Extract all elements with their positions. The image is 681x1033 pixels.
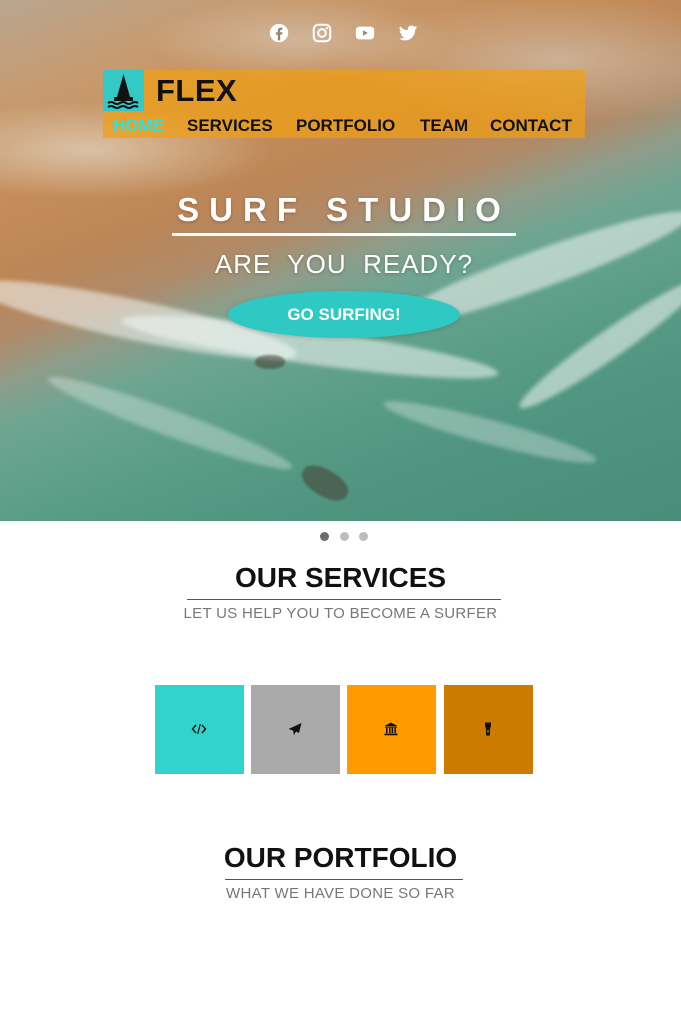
nav-portfolio[interactable]: PORTFOLIO bbox=[296, 116, 395, 136]
brand-name[interactable]: FLEX bbox=[156, 72, 237, 110]
hero-title: SURF STUDIO bbox=[177, 191, 511, 228]
hero-banner: FLEX HOME SERVICES PORTFOLIO TEAM CONTAC… bbox=[0, 0, 681, 521]
nav-home[interactable]: HOME bbox=[113, 116, 164, 136]
services-title: OUR SERVICES bbox=[234, 562, 447, 593]
service-tile-bank[interactable] bbox=[347, 685, 436, 774]
slider-dot-2[interactable] bbox=[340, 532, 349, 541]
nav-team[interactable]: TEAM bbox=[420, 116, 468, 136]
go-surfing-button[interactable]: GO SURFING! bbox=[228, 291, 460, 338]
wave-foam bbox=[43, 366, 297, 480]
services-subtitle: LET US HELP YOU TO BECOME A SURFER bbox=[183, 605, 498, 622]
wave-foam bbox=[380, 391, 600, 473]
instagram-icon[interactable] bbox=[311, 22, 333, 44]
youtube-icon[interactable] bbox=[354, 22, 376, 44]
service-tile-send[interactable] bbox=[251, 685, 340, 774]
paper-plane-icon bbox=[288, 723, 302, 735]
service-tile-code[interactable] bbox=[155, 685, 244, 774]
wave-foam bbox=[511, 269, 681, 419]
slider-dot-3[interactable] bbox=[359, 532, 368, 541]
portfolio-title: OUR PORTFOLIO bbox=[223, 842, 458, 873]
code-icon bbox=[191, 723, 207, 735]
nav-contact[interactable]: CONTACT bbox=[490, 116, 572, 136]
slider-dots bbox=[0, 532, 681, 542]
bank-icon bbox=[384, 722, 398, 736]
rock bbox=[255, 355, 285, 369]
twitter-icon[interactable] bbox=[397, 22, 419, 44]
facebook-icon[interactable] bbox=[268, 22, 290, 44]
hero-subtitle: ARE YOU READY? bbox=[214, 249, 474, 279]
boat-icon bbox=[107, 74, 139, 109]
portfolio-subtitle: WHAT WE HAVE DONE SO FAR bbox=[226, 885, 455, 902]
portfolio-divider bbox=[225, 879, 463, 880]
hero-divider bbox=[172, 233, 516, 236]
rock bbox=[296, 459, 354, 507]
social-links bbox=[0, 22, 681, 48]
services-divider bbox=[187, 599, 501, 600]
logo[interactable] bbox=[103, 70, 144, 111]
service-tile-flashlight[interactable] bbox=[444, 685, 533, 774]
slider-dot-1[interactable] bbox=[320, 532, 329, 541]
flashlight-icon bbox=[485, 722, 491, 736]
nav-services[interactable]: SERVICES bbox=[187, 116, 273, 136]
